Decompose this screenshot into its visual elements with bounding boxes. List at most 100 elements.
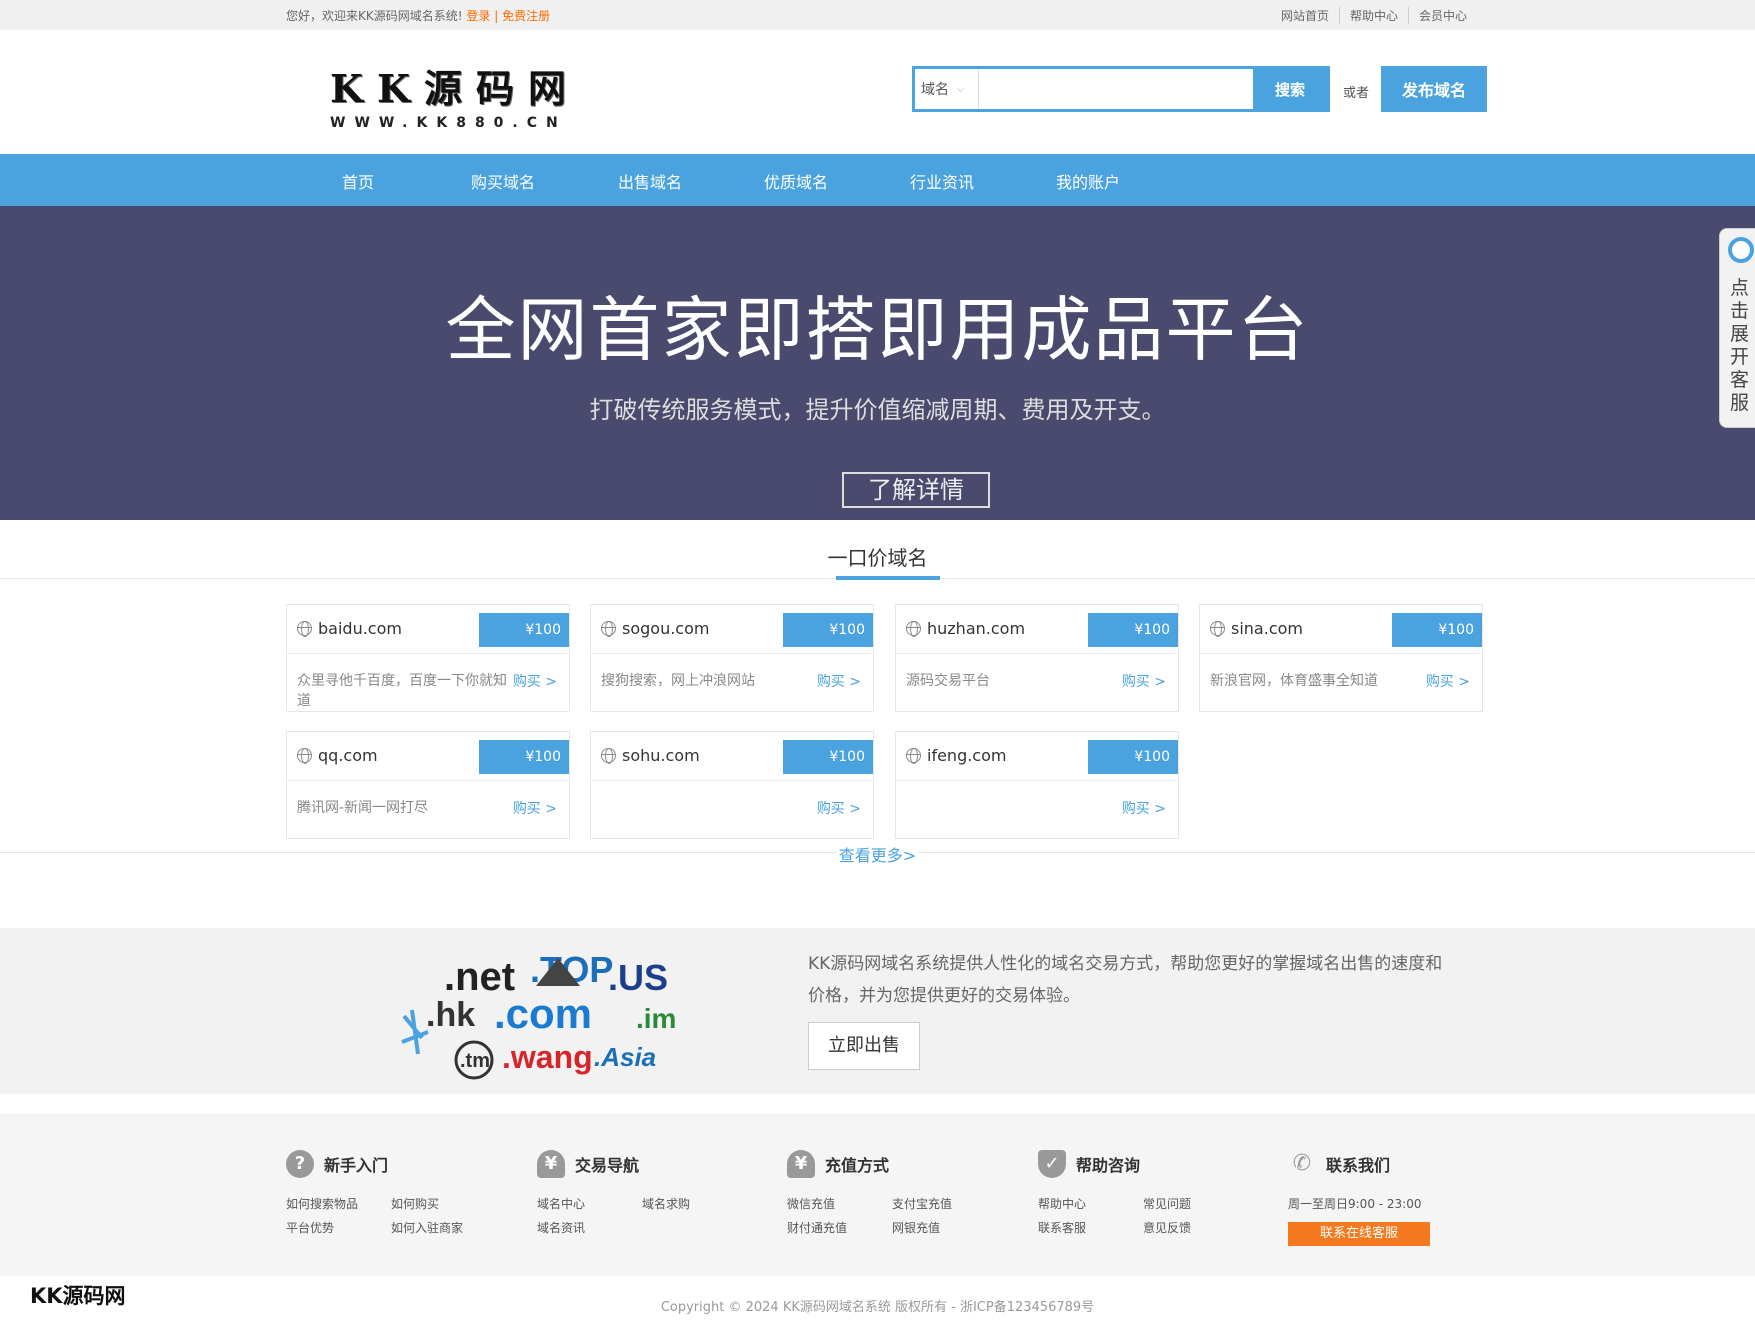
suffix-us: .US xyxy=(608,957,668,998)
view-more-link[interactable]: 查看更多> xyxy=(0,842,1755,866)
search-type-label: 域名 xyxy=(921,82,949,98)
suffix-hk: .hk xyxy=(426,996,475,1034)
domain-name: sogou.com xyxy=(601,619,709,638)
section-title: 一口价域名 xyxy=(827,546,928,570)
footer-link[interactable]: 帮助中心 xyxy=(1038,1192,1143,1216)
footer-links: 如何搜索物品 如何购买 平台优势 如何入驻商家 xyxy=(286,1192,496,1240)
search-button[interactable]: 搜索 xyxy=(1253,69,1327,109)
footer: ? 新手入门 如何搜索物品 如何购买 平台优势 如何入驻商家 ¥ 交易导航 域名中心… xyxy=(0,1114,1755,1276)
footer-col-title: 新手入门 xyxy=(324,1156,389,1175)
suffix-tm: .tm xyxy=(460,1050,490,1072)
domain-name: ifeng.com xyxy=(906,746,1006,765)
footer-link[interactable]: 财付通充值 xyxy=(787,1216,892,1240)
footer-link[interactable]: 常见问题 xyxy=(1143,1192,1248,1216)
domain-name-text: ifeng.com xyxy=(927,746,1007,765)
buy-link[interactable]: 购买 > xyxy=(1426,671,1470,691)
search-bar: 域名 ⌵ 搜索 xyxy=(912,66,1330,112)
service-hours: 周一至周日9:00 - 23:00 xyxy=(1288,1197,1422,1211)
footer-link[interactable]: 平台优势 xyxy=(286,1216,391,1240)
search-input[interactable] xyxy=(979,69,1253,109)
domain-price: ¥100 xyxy=(479,613,569,647)
domain-desc: 搜狗搜索，网上冲浪网站 xyxy=(601,673,755,689)
chat-bubble-icon xyxy=(1728,237,1754,263)
domain-card[interactable]: qq.com ¥100 腾讯网-新闻一网打尽 购买 > xyxy=(286,731,570,839)
search-type-select[interactable]: 域名 ⌵ xyxy=(915,69,979,109)
sell-now-button[interactable]: 立即出售 xyxy=(808,1022,920,1070)
buy-link[interactable]: 购买 > xyxy=(817,671,861,691)
globe-icon xyxy=(1210,621,1225,637)
view-more-text: 查看更多> xyxy=(836,846,919,865)
nav-buy-domain[interactable]: 购买域名 xyxy=(471,169,535,193)
buy-link[interactable]: 购买 > xyxy=(817,798,861,818)
footer-links: 周一至周日9:00 - 23:00 xyxy=(1288,1192,1448,1216)
top-link-member[interactable]: 会员中心 xyxy=(1407,7,1477,24)
domain-price: ¥100 xyxy=(783,740,873,774)
domain-name-text: huzhan.com xyxy=(927,619,1026,638)
suffix-com: .com xyxy=(494,990,592,1037)
customer-service-label: 点击展开客服 xyxy=(1730,277,1750,414)
buy-link[interactable]: 购买 > xyxy=(513,671,557,691)
domain-card[interactable]: sohu.com ¥100 购买 > xyxy=(590,731,874,839)
footer-link[interactable]: 域名资讯 xyxy=(537,1216,642,1240)
footer-link[interactable]: 支付宝充值 xyxy=(892,1192,997,1216)
nav-premium-domain[interactable]: 优质域名 xyxy=(764,169,828,193)
domain-name: sina.com xyxy=(1210,619,1303,638)
footer-link[interactable]: 联系客服 xyxy=(1038,1216,1143,1240)
globe-icon xyxy=(297,621,312,637)
footer-link[interactable]: 网银充值 xyxy=(892,1216,997,1240)
footer-col-title: 交易导航 xyxy=(575,1156,640,1175)
footer-link[interactable]: 如何入驻商家 xyxy=(391,1216,496,1240)
footer-link[interactable]: 域名中心 xyxy=(537,1192,642,1216)
watermark: KK源码网 xyxy=(30,1284,126,1308)
nav-my-account[interactable]: 我的账户 xyxy=(1056,169,1120,193)
footer-col-title: 帮助咨询 xyxy=(1076,1156,1141,1175)
nav-industry-news[interactable]: 行业资讯 xyxy=(910,169,974,193)
login-link[interactable]: 登录 xyxy=(466,9,490,23)
footer-link[interactable]: 如何购买 xyxy=(391,1192,496,1216)
domain-card[interactable]: sogou.com ¥100 搜狗搜索，网上冲浪网站 购买 > xyxy=(590,604,874,712)
footer-link[interactable]: 域名求购 xyxy=(642,1192,747,1216)
card-divider xyxy=(591,780,873,781)
footer-link[interactable]: 微信充值 xyxy=(787,1192,892,1216)
domain-desc: 众里寻他千百度，百度一下你就知道 xyxy=(297,673,507,709)
globe-icon xyxy=(601,748,616,764)
site-logo[interactable]: KK源码网 WWW.KK880.CN xyxy=(330,58,580,131)
footer-col-recharge: ¥ 充值方式 微信充值 支付宝充值 财付通充值 网银充值 xyxy=(787,1150,997,1240)
domain-name-text: sohu.com xyxy=(622,746,700,765)
online-service-button[interactable]: 联系在线客服 xyxy=(1288,1222,1430,1246)
logo-url: WWW.KK880.CN xyxy=(330,115,567,131)
footer-link[interactable]: 如何搜索物品 xyxy=(286,1192,391,1216)
domain-card[interactable]: sina.com ¥100 新浪官网，体育盛事全知道 购买 > xyxy=(1199,604,1483,712)
suffix-asia: .Asia xyxy=(594,1042,656,1072)
top-link-help[interactable]: 帮助中心 xyxy=(1338,7,1408,24)
footer-link[interactable]: 意见反馈 xyxy=(1143,1216,1248,1240)
buy-link[interactable]: 购买 > xyxy=(513,798,557,818)
domain-card[interactable]: ifeng.com ¥100 购买 > xyxy=(895,731,1179,839)
footer-col-header: ✆ 联系我们 xyxy=(1288,1150,1448,1178)
hk-bauhinia-icon xyxy=(401,1009,429,1055)
card-divider xyxy=(896,780,1178,781)
top-link-home[interactable]: 网站首页 xyxy=(1271,7,1339,24)
domain-desc: 源码交易平台 xyxy=(906,673,990,689)
buy-link[interactable]: 购买 > xyxy=(1122,671,1166,691)
domain-card[interactable]: baidu.com ¥100 众里寻他千百度，百度一下你就知道 购买 > xyxy=(286,604,570,712)
register-link[interactable]: 免费注册 xyxy=(502,9,550,23)
learn-more-button[interactable]: 了解详情 xyxy=(842,472,990,508)
footer-links: 微信充值 支付宝充值 财付通充值 网银充值 xyxy=(787,1192,997,1240)
customer-service-tab[interactable]: 点击展开客服 xyxy=(1719,228,1755,428)
promo-text: KK源码网域名系统提供人性化的域名交易方式，帮助您更好的掌握域名出售的速度和价格… xyxy=(808,954,1443,1006)
domain-card[interactable]: huzhan.com ¥100 源码交易平台 购买 > xyxy=(895,604,1179,712)
nav-sell-domain[interactable]: 出售域名 xyxy=(618,169,682,193)
footer-col-header: ? 新手入门 xyxy=(286,1150,496,1178)
buy-link[interactable]: 购买 > xyxy=(1122,798,1166,818)
login-sep: | xyxy=(494,9,499,23)
sell-promo: .net .TOP .US .hk .com .im .tm .wang .As… xyxy=(0,928,1755,1094)
copyright: Copyright © 2024 KK源码网域名系统 版权所有 - 浙ICP备1… xyxy=(660,1300,1095,1315)
nav-home[interactable]: 首页 xyxy=(342,169,374,193)
footer-links: 域名中心 域名求购 域名资讯 xyxy=(537,1192,747,1240)
publish-domain-button[interactable]: 发布域名 xyxy=(1381,66,1487,112)
footer-links: 帮助中心 常见问题 联系客服 意见反馈 xyxy=(1038,1192,1248,1240)
domain-name-text: qq.com xyxy=(318,746,378,765)
globe-icon xyxy=(601,621,616,637)
domain-desc: 腾讯网-新闻一网打尽 xyxy=(297,800,429,816)
